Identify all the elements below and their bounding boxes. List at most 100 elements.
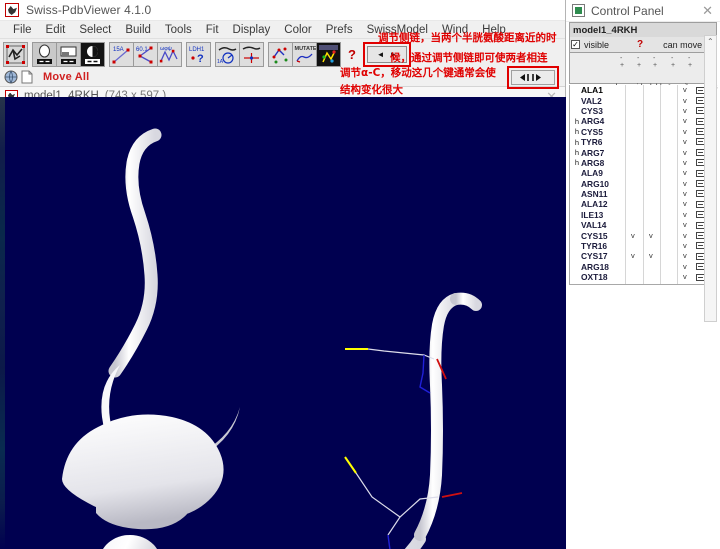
- toolbar-help-icon[interactable]: ?: [345, 47, 359, 62]
- rotate-mode-button[interactable]: [32, 41, 57, 67]
- residue-name[interactable]: ALA9: [581, 168, 625, 178]
- dots-plus-icon[interactable]: +: [671, 62, 675, 69]
- residue-name[interactable]: CYS17: [581, 251, 625, 261]
- molecule-viewport[interactable]: [0, 97, 566, 549]
- residue-ribbon-toggle[interactable]: v: [683, 272, 687, 282]
- residue-name[interactable]: ARG7: [581, 148, 625, 158]
- residue-row[interactable]: ASN11 v: [570, 189, 716, 199]
- mutate-button[interactable]: MUTATE: [292, 41, 317, 67]
- residue-ribbon-toggle[interactable]: v: [683, 251, 687, 261]
- side-plus-icon[interactable]: +: [637, 62, 641, 69]
- residue-ribbon-toggle[interactable]: v: [683, 148, 687, 158]
- residue-name[interactable]: ASN11: [581, 189, 625, 199]
- residue-ribbon-toggle[interactable]: v: [683, 210, 687, 220]
- residue-ribbon-toggle[interactable]: v: [683, 231, 687, 241]
- globe-icon[interactable]: [4, 70, 18, 84]
- residue-row[interactable]: CYS17 v v v: [570, 251, 716, 261]
- menu-tools[interactable]: Tools: [158, 21, 199, 39]
- residue-row[interactable]: ALA12 v: [570, 199, 716, 209]
- residue-row[interactable]: ARG18 v: [570, 262, 716, 272]
- residue-name[interactable]: ARG4: [581, 116, 625, 126]
- residue-name[interactable]: VAL14: [581, 220, 625, 230]
- measure-angle-button[interactable]: 60.1: [133, 41, 158, 67]
- residue-row[interactable]: h ARG8 v: [570, 158, 716, 168]
- residue-ribbon-toggle[interactable]: v: [683, 179, 687, 189]
- visible-checkbox[interactable]: ✓: [571, 40, 580, 49]
- residue-row[interactable]: h ARG7 v: [570, 147, 716, 158]
- menu-color[interactable]: Color: [277, 21, 318, 39]
- show-plus-icon[interactable]: +: [620, 62, 624, 69]
- residue-row[interactable]: CYS3 v: [570, 106, 716, 116]
- side-minus-icon[interactable]: -: [637, 55, 639, 62]
- residue-ribbon-toggle[interactable]: v: [683, 189, 687, 199]
- residue-name[interactable]: ALA12: [581, 199, 625, 209]
- labl-minus-icon[interactable]: -: [653, 55, 655, 62]
- menu-file[interactable]: File: [6, 21, 39, 39]
- scroll-up-chevron-icon[interactable]: ⌃: [707, 37, 714, 46]
- residue-name[interactable]: TYR16: [581, 241, 625, 251]
- menu-build[interactable]: Build: [118, 21, 158, 39]
- control-panel-model-bar[interactable]: model1_4RKH: [569, 22, 717, 37]
- residue-name[interactable]: TYR6: [581, 137, 625, 147]
- residue-ribbon-toggle[interactable]: v: [683, 168, 687, 178]
- residue-ribbon-toggle[interactable]: v: [683, 137, 687, 147]
- residue-row[interactable]: h ARG4 v: [570, 116, 716, 126]
- ribn-minus-icon[interactable]: -: [688, 55, 690, 62]
- residue-name[interactable]: ALA1: [581, 85, 625, 95]
- residue-list[interactable]: ALA1 v VAL2 v CYS3 v h ARG4 v h CYS5 v h TYR6 v h ARG7 v h…: [569, 85, 717, 285]
- residue-row[interactable]: ALA1 v: [570, 85, 716, 95]
- identify-button[interactable]: LDH1 ?: [186, 41, 211, 67]
- zoom-mode-button[interactable]: [80, 41, 105, 67]
- residue-row[interactable]: TYR16 v: [570, 241, 716, 251]
- residue-name[interactable]: CYS5: [581, 127, 625, 137]
- measure-distance-button[interactable]: 15A: [109, 41, 134, 67]
- residue-name[interactable]: ILE13: [581, 210, 625, 220]
- fit-translate-button[interactable]: [239, 41, 264, 67]
- move-alpha-c-button[interactable]: [511, 69, 555, 85]
- translate-mode-button[interactable]: [56, 41, 81, 67]
- center-molecule-button[interactable]: [3, 41, 28, 67]
- residue-ribbon-toggle[interactable]: v: [683, 106, 687, 116]
- residue-row[interactable]: h TYR6 v: [570, 137, 716, 147]
- menu-edit[interactable]: Edit: [39, 21, 73, 39]
- residue-show-toggle[interactable]: v: [631, 231, 635, 241]
- menu-select[interactable]: Select: [72, 21, 118, 39]
- residue-ribbon-toggle[interactable]: v: [683, 96, 687, 106]
- residue-name[interactable]: ARG10: [581, 179, 625, 189]
- residue-row[interactable]: ALA9 v: [570, 168, 716, 178]
- residue-name[interactable]: OXT18: [581, 272, 625, 282]
- residue-side-toggle[interactable]: v: [649, 231, 653, 241]
- fit-rotate-button[interactable]: 1A: [215, 41, 240, 67]
- residue-row[interactable]: h CYS5 v: [570, 127, 716, 137]
- residue-row[interactable]: ARG10 v: [570, 179, 716, 189]
- control-panel-help-icon[interactable]: ?: [637, 39, 643, 50]
- residue-ribbon-toggle[interactable]: v: [683, 116, 687, 126]
- residue-row[interactable]: VAL2 v: [570, 95, 716, 106]
- residue-ribbon-toggle[interactable]: v: [683, 127, 687, 137]
- new-page-icon[interactable]: [21, 70, 33, 84]
- residue-ribbon-toggle[interactable]: v: [683, 220, 687, 230]
- residue-ribbon-toggle[interactable]: v: [683, 262, 687, 272]
- electrostatics-button[interactable]: [316, 41, 341, 67]
- residue-name[interactable]: ARG18: [581, 262, 625, 272]
- show-minus-icon[interactable]: -: [620, 55, 622, 62]
- residue-name[interactable]: CYS15: [581, 231, 625, 241]
- residue-show-toggle[interactable]: v: [631, 251, 635, 261]
- control-panel-scrollbar[interactable]: ⌃: [704, 35, 717, 322]
- residue-ribbon-toggle[interactable]: v: [683, 199, 687, 209]
- menu-prefs[interactable]: Prefs: [319, 21, 360, 39]
- control-panel-close-icon[interactable]: ✕: [702, 4, 713, 17]
- residue-row[interactable]: ILE13 v: [570, 210, 716, 220]
- arrow-left-icon[interactable]: ◄: [377, 50, 385, 59]
- residue-name[interactable]: VAL2: [581, 96, 625, 106]
- menu-fit[interactable]: Fit: [199, 21, 226, 39]
- residue-ribbon-toggle[interactable]: v: [683, 158, 687, 168]
- residue-name[interactable]: ARG8: [581, 158, 625, 168]
- residue-side-toggle[interactable]: v: [649, 251, 653, 261]
- residue-ribbon-toggle[interactable]: v: [683, 241, 687, 251]
- residue-row[interactable]: CYS15 v v v: [570, 230, 716, 241]
- residue-row[interactable]: VAL14 v: [570, 220, 716, 230]
- residue-row[interactable]: OXT18 v: [570, 272, 716, 282]
- ribn-plus-icon[interactable]: +: [688, 62, 692, 69]
- measure-dihedral-button[interactable]: ωφψ: [157, 41, 182, 67]
